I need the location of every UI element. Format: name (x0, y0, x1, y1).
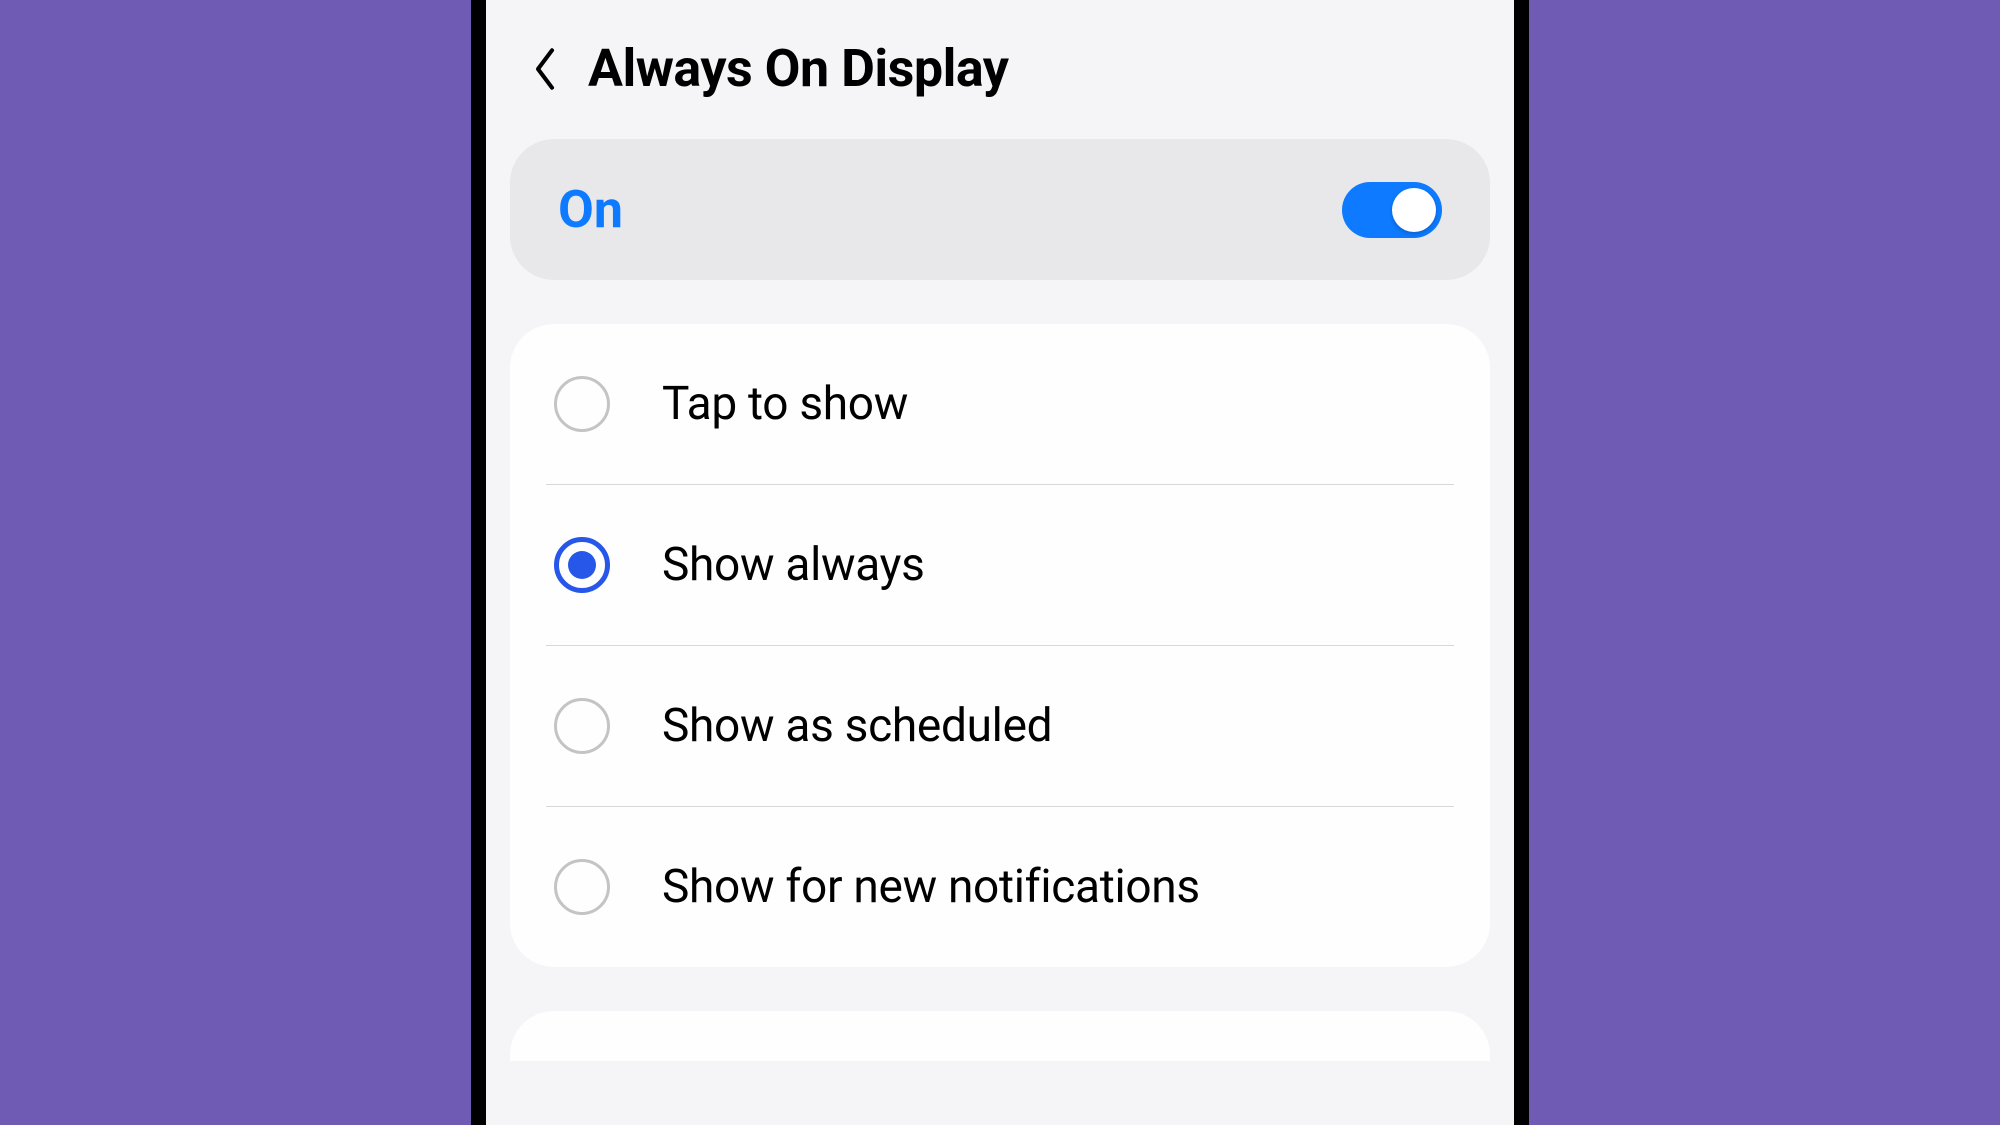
option-show-scheduled[interactable]: Show as scheduled (546, 646, 1454, 807)
radio-icon (554, 698, 610, 754)
toggle-label: On (558, 179, 623, 240)
page-title: Always On Display (588, 38, 1008, 99)
radio-icon (554, 376, 610, 432)
phone-frame: Always On Display On Tap to show Show al… (471, 0, 1529, 1125)
header: Always On Display (510, 0, 1490, 139)
option-show-always[interactable]: Show always (546, 485, 1454, 646)
display-mode-options: Tap to show Show always Show as schedule… (510, 324, 1490, 967)
settings-screen: Always On Display On Tap to show Show al… (486, 0, 1514, 1125)
option-label: Show for new notifications (662, 860, 1200, 914)
option-label: Show as scheduled (662, 699, 1052, 753)
option-label: Tap to show (662, 377, 908, 431)
radio-icon (554, 859, 610, 915)
switch-thumb (1392, 188, 1436, 232)
master-toggle-card[interactable]: On (510, 139, 1490, 280)
master-switch[interactable] (1342, 182, 1442, 238)
radio-icon (554, 537, 610, 593)
option-label: Show always (662, 538, 925, 592)
option-show-notifications[interactable]: Show for new notifications (546, 807, 1454, 967)
next-section-card (510, 1011, 1490, 1061)
back-icon[interactable] (530, 44, 560, 94)
option-tap-to-show[interactable]: Tap to show (546, 324, 1454, 485)
